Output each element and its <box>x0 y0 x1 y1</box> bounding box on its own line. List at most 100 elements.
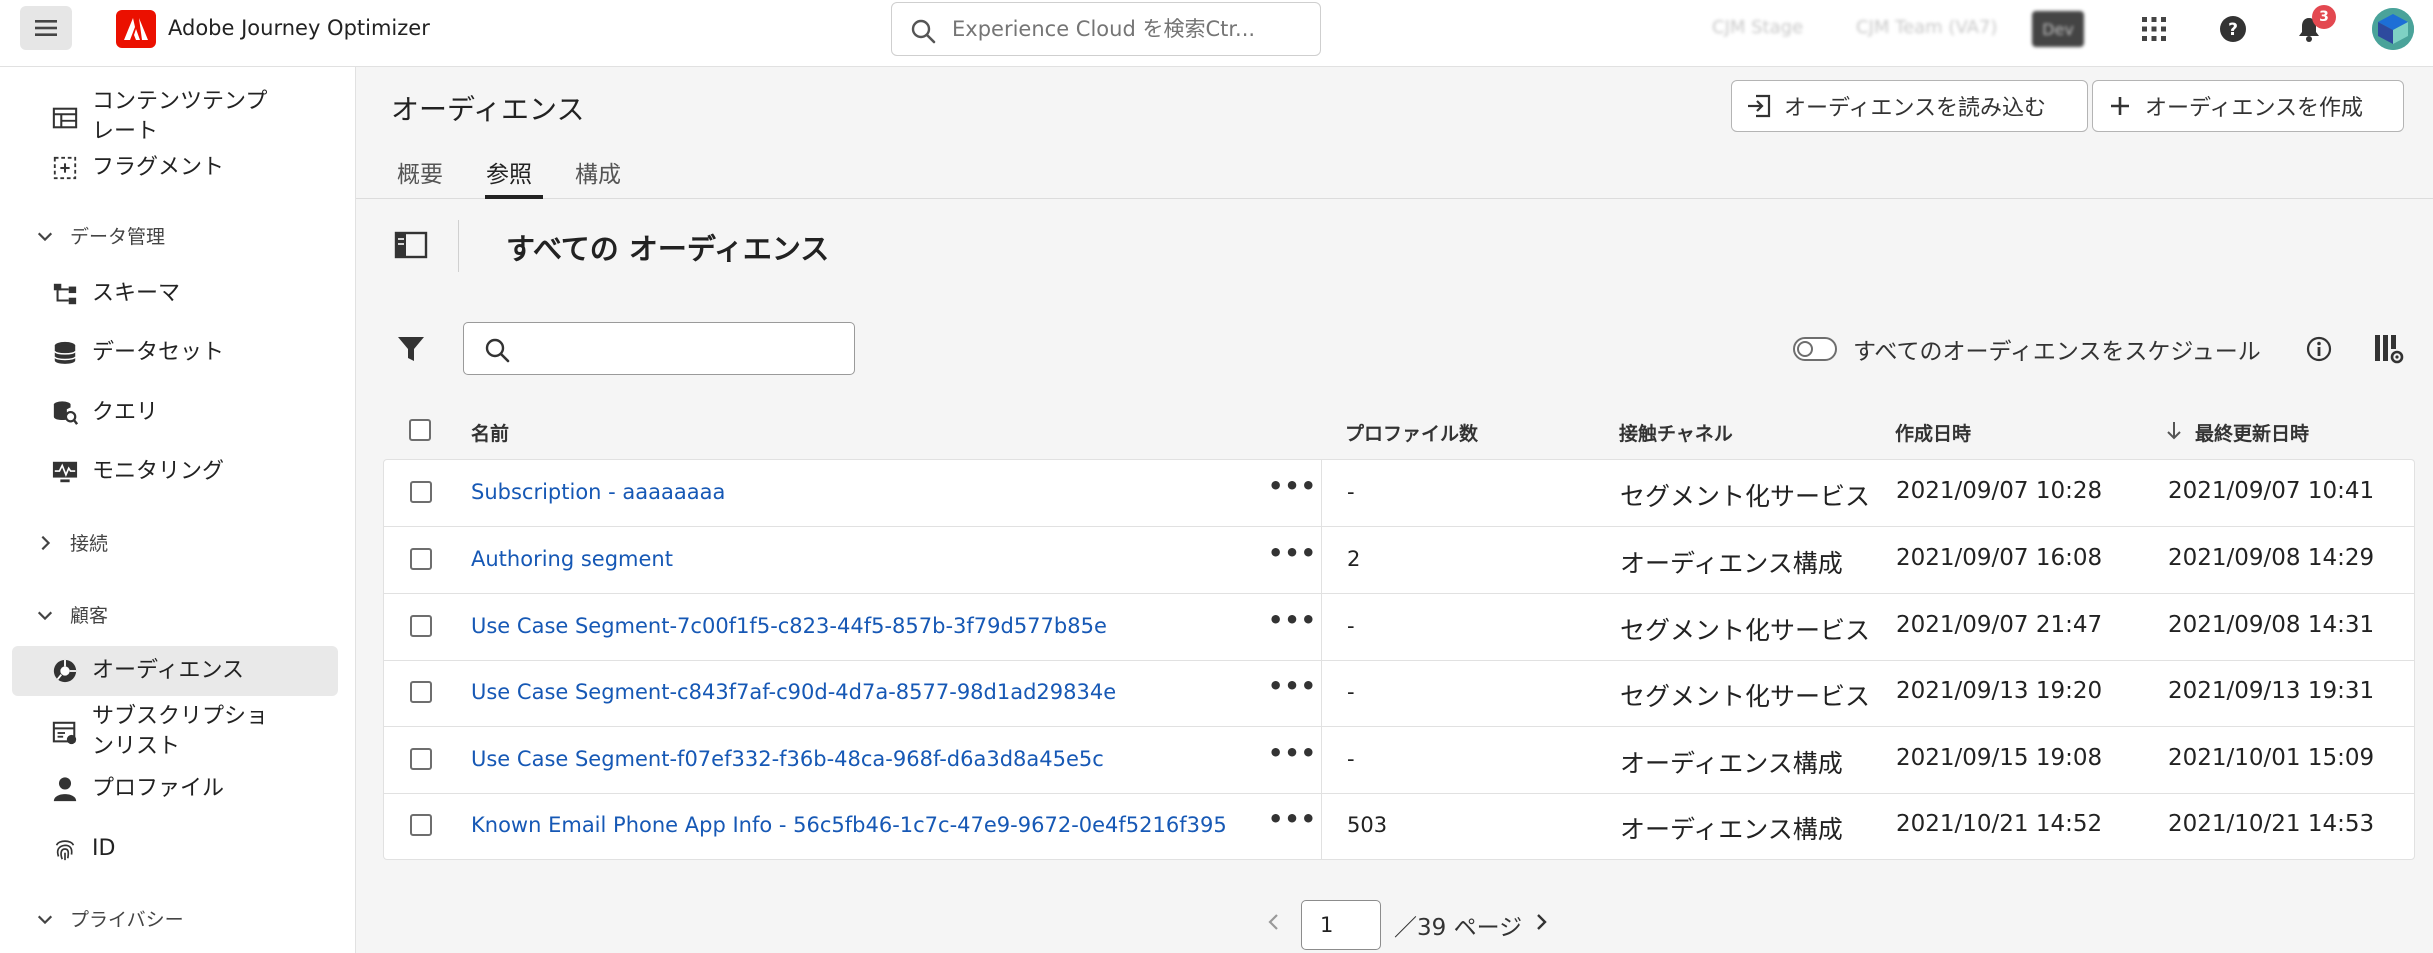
page-total-label: ／39 ページ <box>1394 915 1523 941</box>
profile-count: 503 <box>1347 813 1388 837</box>
next-page-icon[interactable] <box>1530 911 1552 933</box>
table-row[interactable]: Subscription - aaaaaaaa ••• - セグメント化サービス… <box>384 460 2414 527</box>
audience-name-link[interactable]: Use Case Segment-f07ef332-f36b-48ca-968f… <box>471 747 1104 771</box>
audience-name-link[interactable]: Authoring segment <box>471 547 673 571</box>
tab-overview[interactable]: 概要 <box>397 155 443 189</box>
column-header-name[interactable]: 名前 <box>471 419 509 446</box>
column-divider <box>1321 594 1322 660</box>
row-more-actions-button[interactable]: ••• <box>1268 739 1317 767</box>
column-settings-icon[interactable] <box>2373 333 2405 365</box>
tab-browse[interactable]: 参照 <box>486 155 532 189</box>
row-checkbox[interactable] <box>410 615 432 637</box>
create-audience-button[interactable]: オーディエンスを作成 <box>2092 80 2404 132</box>
sidebar-section-privacy[interactable]: プライバシー <box>34 905 184 932</box>
svg-text:?: ? <box>2228 20 2238 40</box>
sidebar-item-label: オーディエンス <box>92 658 245 683</box>
sidebar-section-connections[interactable]: 接続 <box>34 529 108 556</box>
search-icon <box>911 19 936 44</box>
row-more-actions-button[interactable]: ••• <box>1268 539 1317 567</box>
updated-date: 2021/09/08 14:31 <box>2168 612 2375 638</box>
import-icon <box>1748 94 1771 118</box>
side-panel-toggle-icon[interactable] <box>394 230 428 260</box>
column-header-created[interactable]: 作成日時 <box>1895 419 1971 446</box>
audience-search-input[interactable] <box>522 333 842 365</box>
page-number-input[interactable] <box>1301 900 1381 950</box>
row-more-actions-button[interactable]: ••• <box>1268 805 1317 833</box>
menu-icon <box>35 20 57 36</box>
row-checkbox[interactable] <box>410 814 432 836</box>
environment-badge[interactable]: Dev <box>2032 11 2084 47</box>
sidebar-item-label: スキーマ <box>92 281 181 306</box>
audience-table: Subscription - aaaaaaaa ••• - セグメント化サービス… <box>383 459 2415 860</box>
apps-grid-icon[interactable] <box>2137 12 2171 46</box>
sidebar-item-identities[interactable]: ID <box>12 824 338 874</box>
previous-page-icon[interactable] <box>1263 911 1285 933</box>
filter-icon[interactable] <box>396 334 426 364</box>
profile-count: - <box>1347 747 1355 771</box>
query-icon <box>50 398 80 428</box>
select-all-checkbox[interactable] <box>409 419 431 441</box>
audience-name-link[interactable]: Use Case Segment-7c00f1f5-c823-44f5-857b… <box>471 614 1107 638</box>
updated-date: 2021/09/13 19:31 <box>2168 678 2375 704</box>
table-row[interactable]: Use Case Segment-f07ef332-f36b-48ca-968f… <box>384 727 2414 794</box>
help-icon[interactable]: ? <box>2216 12 2250 46</box>
sidebar-item-datasets[interactable]: データセット <box>12 328 338 378</box>
import-audience-button[interactable]: オーディエンスを読み込む <box>1731 80 2088 132</box>
sidebar-item-schemas[interactable]: スキーマ <box>12 269 338 319</box>
column-header-updated[interactable]: 最終更新日時 <box>2195 419 2309 446</box>
audience-name-link[interactable]: Known Email Phone App Info - 56c5fb46-1c… <box>471 813 1227 837</box>
app-title[interactable]: Adobe Journey Optimizer <box>168 16 430 40</box>
row-more-actions-button[interactable]: ••• <box>1268 672 1317 700</box>
row-checkbox[interactable] <box>410 481 432 503</box>
sidebar-item-label: コンテンツテンプ レート <box>92 89 268 144</box>
sidebar-item-profiles[interactable]: プロファイル <box>12 764 338 814</box>
sidebar-section-data-management[interactable]: データ管理 <box>34 222 165 249</box>
row-more-actions-button[interactable]: ••• <box>1268 606 1317 634</box>
menu-button[interactable] <box>20 6 72 50</box>
sidebar-item-monitoring[interactable]: モニタリング <box>12 447 338 497</box>
created-date: 2021/09/15 19:08 <box>1896 745 2103 771</box>
global-search-input[interactable] <box>952 13 1302 45</box>
org-switcher[interactable]: CJM Stage <box>1712 17 1803 38</box>
adobe-logo[interactable] <box>116 10 156 48</box>
sidebar-item-subscription-lists[interactable]: サブスクリプショ ンリスト <box>12 702 338 764</box>
column-header-channel[interactable]: 接触チャネル <box>1619 419 1733 446</box>
updated-date: 2021/09/07 10:41 <box>2168 478 2375 504</box>
sidebar-section-customer[interactable]: 顧客 <box>34 601 108 628</box>
row-checkbox[interactable] <box>410 681 432 703</box>
create-audience-label: オーディエンスを作成 <box>2145 96 2364 121</box>
table-row[interactable]: Use Case Segment-c843f7af-c90d-4d7a-8577… <box>384 660 2414 727</box>
row-checkbox[interactable] <box>410 748 432 770</box>
table-row[interactable]: Known Email Phone App Info - 56c5fb46-1c… <box>384 793 2414 860</box>
audience-name-link[interactable]: Use Case Segment-c843f7af-c90d-4d7a-8577… <box>471 680 1116 704</box>
column-divider <box>1321 527 1322 593</box>
row-more-actions-button[interactable]: ••• <box>1268 472 1317 500</box>
audience-name-link[interactable]: Subscription - aaaaaaaa <box>471 480 725 504</box>
row-checkbox[interactable] <box>410 548 432 570</box>
sidebar-item-audiences[interactable]: オーディエンス <box>12 646 338 696</box>
sidebar-item-queries[interactable]: クエリ <box>12 388 338 438</box>
sidebar-item-content-templates[interactable]: コンテンツテンプ レート <box>12 87 338 149</box>
column-divider <box>1321 660 1322 726</box>
schedule-all-toggle[interactable] <box>1793 337 1837 361</box>
team-switcher[interactable]: CJM Team (VA7) <box>1856 17 1997 38</box>
sidebar-item-label: フラグメント <box>92 155 225 180</box>
origin-channel: オーディエンス構成 <box>1620 749 1843 778</box>
avatar[interactable] <box>2372 8 2414 50</box>
column-divider <box>1321 793 1322 859</box>
column-header-profiles[interactable]: プロファイル数 <box>1345 419 1478 446</box>
sidebar-item-fragments[interactable]: フラグメント <box>12 143 338 193</box>
monitoring-icon <box>50 457 80 487</box>
info-icon[interactable] <box>2305 335 2333 363</box>
sort-descending-icon[interactable] <box>2165 420 2183 442</box>
chevron-down-icon <box>34 604 56 626</box>
sidebar-section-label: データ管理 <box>70 226 166 248</box>
table-row[interactable]: Use Case Segment-7c00f1f5-c823-44f5-857b… <box>384 594 2414 661</box>
created-date: 2021/09/07 16:08 <box>1896 545 2103 571</box>
table-row[interactable]: Authoring segment ••• 2 オーディエンス構成 2021/0… <box>384 527 2414 594</box>
import-audience-label: オーディエンスを読み込む <box>1784 96 2047 121</box>
column-divider <box>1321 460 1322 526</box>
tab-compose[interactable]: 構成 <box>575 155 621 189</box>
global-search[interactable] <box>891 2 1321 56</box>
audience-search[interactable] <box>463 322 855 375</box>
